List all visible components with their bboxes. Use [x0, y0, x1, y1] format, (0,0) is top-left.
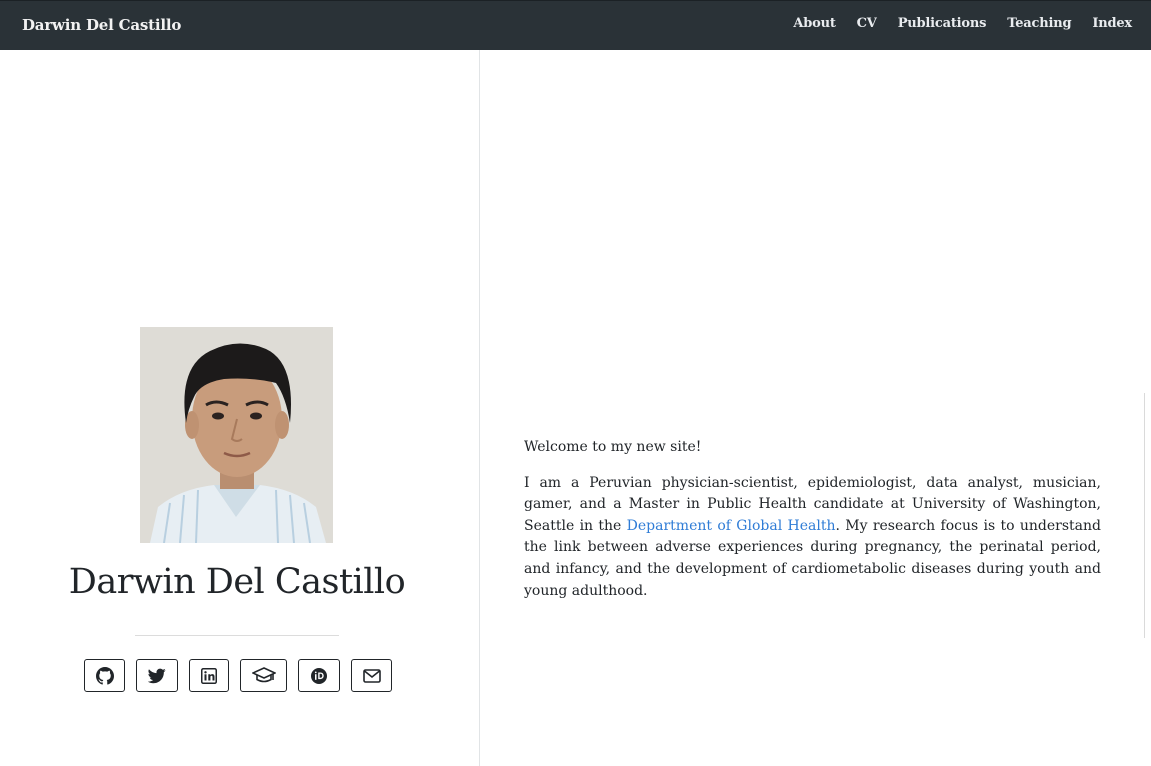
nav-link-about[interactable]: About [793, 16, 836, 31]
global-health-link[interactable]: Department of Global Health [627, 518, 836, 534]
social-links [84, 659, 403, 693]
github-button[interactable] [84, 659, 125, 692]
orcid-button[interactable] [298, 659, 340, 692]
welcome-text: Welcome to my new site! [524, 439, 702, 455]
twitter-button[interactable] [136, 659, 178, 692]
nav-link-index[interactable]: Index [1092, 16, 1132, 31]
nav-links: About CV Publications Teaching Index [772, 16, 1132, 31]
github-icon [95, 666, 114, 685]
graduation-cap-icon [251, 667, 276, 684]
profile-sidebar: Darwin Del Castillo [0, 50, 480, 766]
top-navbar: Darwin Del Castillo About CV Publication… [0, 0, 1151, 50]
profile-divider [135, 635, 339, 636]
google-scholar-button[interactable] [240, 659, 287, 692]
scrollbar[interactable] [1144, 393, 1145, 638]
profile-photo [140, 327, 333, 543]
linkedin-button[interactable] [189, 659, 229, 692]
bio-paragraph: I am a Peruvian physician-scientist, epi… [524, 473, 1101, 603]
orcid-icon [310, 667, 328, 685]
site-brand-link[interactable]: Darwin Del Castillo [22, 16, 181, 34]
about-content: Welcome to my new site! I am a Peruvian … [524, 437, 1101, 616]
email-button[interactable] [351, 659, 392, 692]
nav-link-teaching[interactable]: Teaching [1007, 16, 1071, 31]
profile-name: Darwin Del Castillo [68, 562, 406, 602]
nav-link-cv[interactable]: CV [857, 16, 877, 31]
nav-link-publications[interactable]: Publications [898, 16, 987, 31]
linkedin-icon [201, 667, 217, 684]
envelope-icon [362, 668, 381, 683]
twitter-icon [148, 668, 166, 684]
